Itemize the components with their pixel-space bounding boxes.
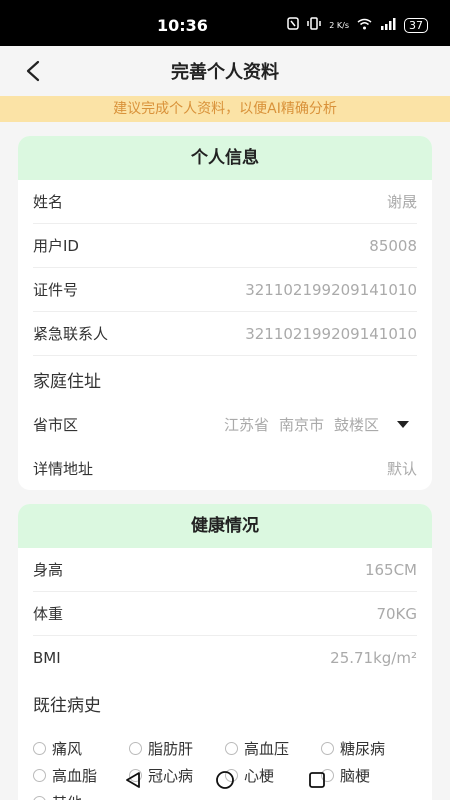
caret-down-icon[interactable] bbox=[397, 420, 409, 428]
condition-diabetes[interactable]: 糖尿病 bbox=[321, 740, 417, 758]
weight-value[interactable]: 70KG bbox=[376, 605, 417, 623]
square-recent-icon bbox=[309, 772, 325, 788]
medical-history-title: 既往病史 bbox=[33, 695, 101, 716]
bmi-value: 25.71kg/m² bbox=[330, 649, 417, 667]
system-nav-bar bbox=[0, 760, 450, 800]
name-value[interactable]: 谢晟 bbox=[387, 191, 417, 212]
status-bar: 10:36 2 K/s 37 bbox=[0, 0, 450, 46]
detail-address-value[interactable]: 默认 bbox=[387, 458, 417, 479]
condition-hypertension[interactable]: 高血压 bbox=[225, 740, 321, 758]
ai-notice-banner: 建议完成个人资料，以便AI精确分析 bbox=[0, 96, 450, 122]
back-button[interactable] bbox=[20, 58, 46, 84]
home-address-title: 家庭住址 bbox=[33, 371, 101, 392]
user-id-label: 用户ID bbox=[33, 237, 79, 255]
checkbox[interactable] bbox=[321, 742, 334, 755]
triangle-back-icon bbox=[126, 772, 140, 788]
emergency-contact-row[interactable]: 紧急联系人 321102199209141010 bbox=[33, 312, 417, 356]
detail-address-label: 详情地址 bbox=[33, 459, 94, 478]
vibrate-icon bbox=[307, 17, 321, 33]
weight-row[interactable]: 体重 70KG bbox=[33, 592, 417, 636]
battery-icon: 37 bbox=[404, 17, 428, 33]
nav-recent-button[interactable] bbox=[306, 769, 328, 791]
weight-label: 体重 bbox=[33, 605, 64, 623]
nav-back-button[interactable] bbox=[122, 769, 144, 791]
id-number-row[interactable]: 证件号 321102199209141010 bbox=[33, 268, 417, 312]
name-label: 姓名 bbox=[33, 193, 64, 211]
id-number-label: 证件号 bbox=[33, 281, 79, 299]
nav-home-button[interactable] bbox=[214, 769, 236, 791]
header-bar: 完善个人资料 bbox=[0, 46, 450, 96]
height-row[interactable]: 身高 165CM bbox=[33, 548, 417, 592]
page-title: 完善个人资料 bbox=[171, 62, 279, 83]
region-selector[interactable]: 江苏省 南京市 鼓楼区 bbox=[224, 414, 417, 435]
user-id-value: 85008 bbox=[369, 236, 417, 255]
health-header: 健康情况 bbox=[18, 504, 432, 548]
status-time: 10:36 bbox=[157, 16, 208, 35]
checkbox[interactable] bbox=[225, 742, 238, 755]
checkbox[interactable] bbox=[33, 742, 46, 755]
city-value: 南京市 bbox=[278, 415, 324, 434]
user-id-row: 用户ID 85008 bbox=[33, 224, 417, 268]
bmi-label: BMI bbox=[33, 649, 61, 667]
status-icons: 2 K/s 37 bbox=[287, 17, 428, 33]
condition-gout[interactable]: 痛风 bbox=[33, 740, 129, 758]
bmi-row: BMI 25.71kg/m² bbox=[33, 636, 417, 680]
network-speed: 2 K/s bbox=[329, 20, 349, 30]
region-label: 省市区 bbox=[33, 415, 79, 434]
region-row[interactable]: 省市区 江苏省 南京市 鼓楼区 bbox=[33, 402, 417, 446]
id-number-value[interactable]: 321102199209141010 bbox=[245, 281, 417, 299]
personal-info-card: 个人信息 姓名 谢晟 用户ID 85008 证件号 32110219920914… bbox=[18, 136, 432, 490]
emergency-contact-value[interactable]: 321102199209141010 bbox=[245, 325, 417, 343]
circle-home-icon bbox=[216, 771, 234, 789]
province-value: 江苏省 bbox=[223, 415, 269, 434]
condition-fatty-liver[interactable]: 脂肪肝 bbox=[129, 740, 225, 758]
checkbox[interactable] bbox=[129, 742, 142, 755]
height-label: 身高 bbox=[33, 561, 64, 579]
nfc-icon bbox=[287, 17, 299, 33]
height-value[interactable]: 165CM bbox=[365, 561, 417, 579]
signal-icon bbox=[380, 17, 396, 33]
detail-address-row[interactable]: 详情地址 默认 bbox=[33, 446, 417, 490]
wifi-icon bbox=[357, 18, 372, 33]
health-card: 健康情况 身高 165CM 体重 70KG BMI 25.71kg/m² 既往病… bbox=[18, 504, 432, 800]
emergency-contact-label: 紧急联系人 bbox=[33, 325, 109, 343]
district-value: 鼓楼区 bbox=[333, 415, 379, 434]
chevron-left-icon bbox=[26, 60, 40, 82]
name-row[interactable]: 姓名 谢晟 bbox=[33, 180, 417, 224]
personal-info-header: 个人信息 bbox=[18, 136, 432, 180]
